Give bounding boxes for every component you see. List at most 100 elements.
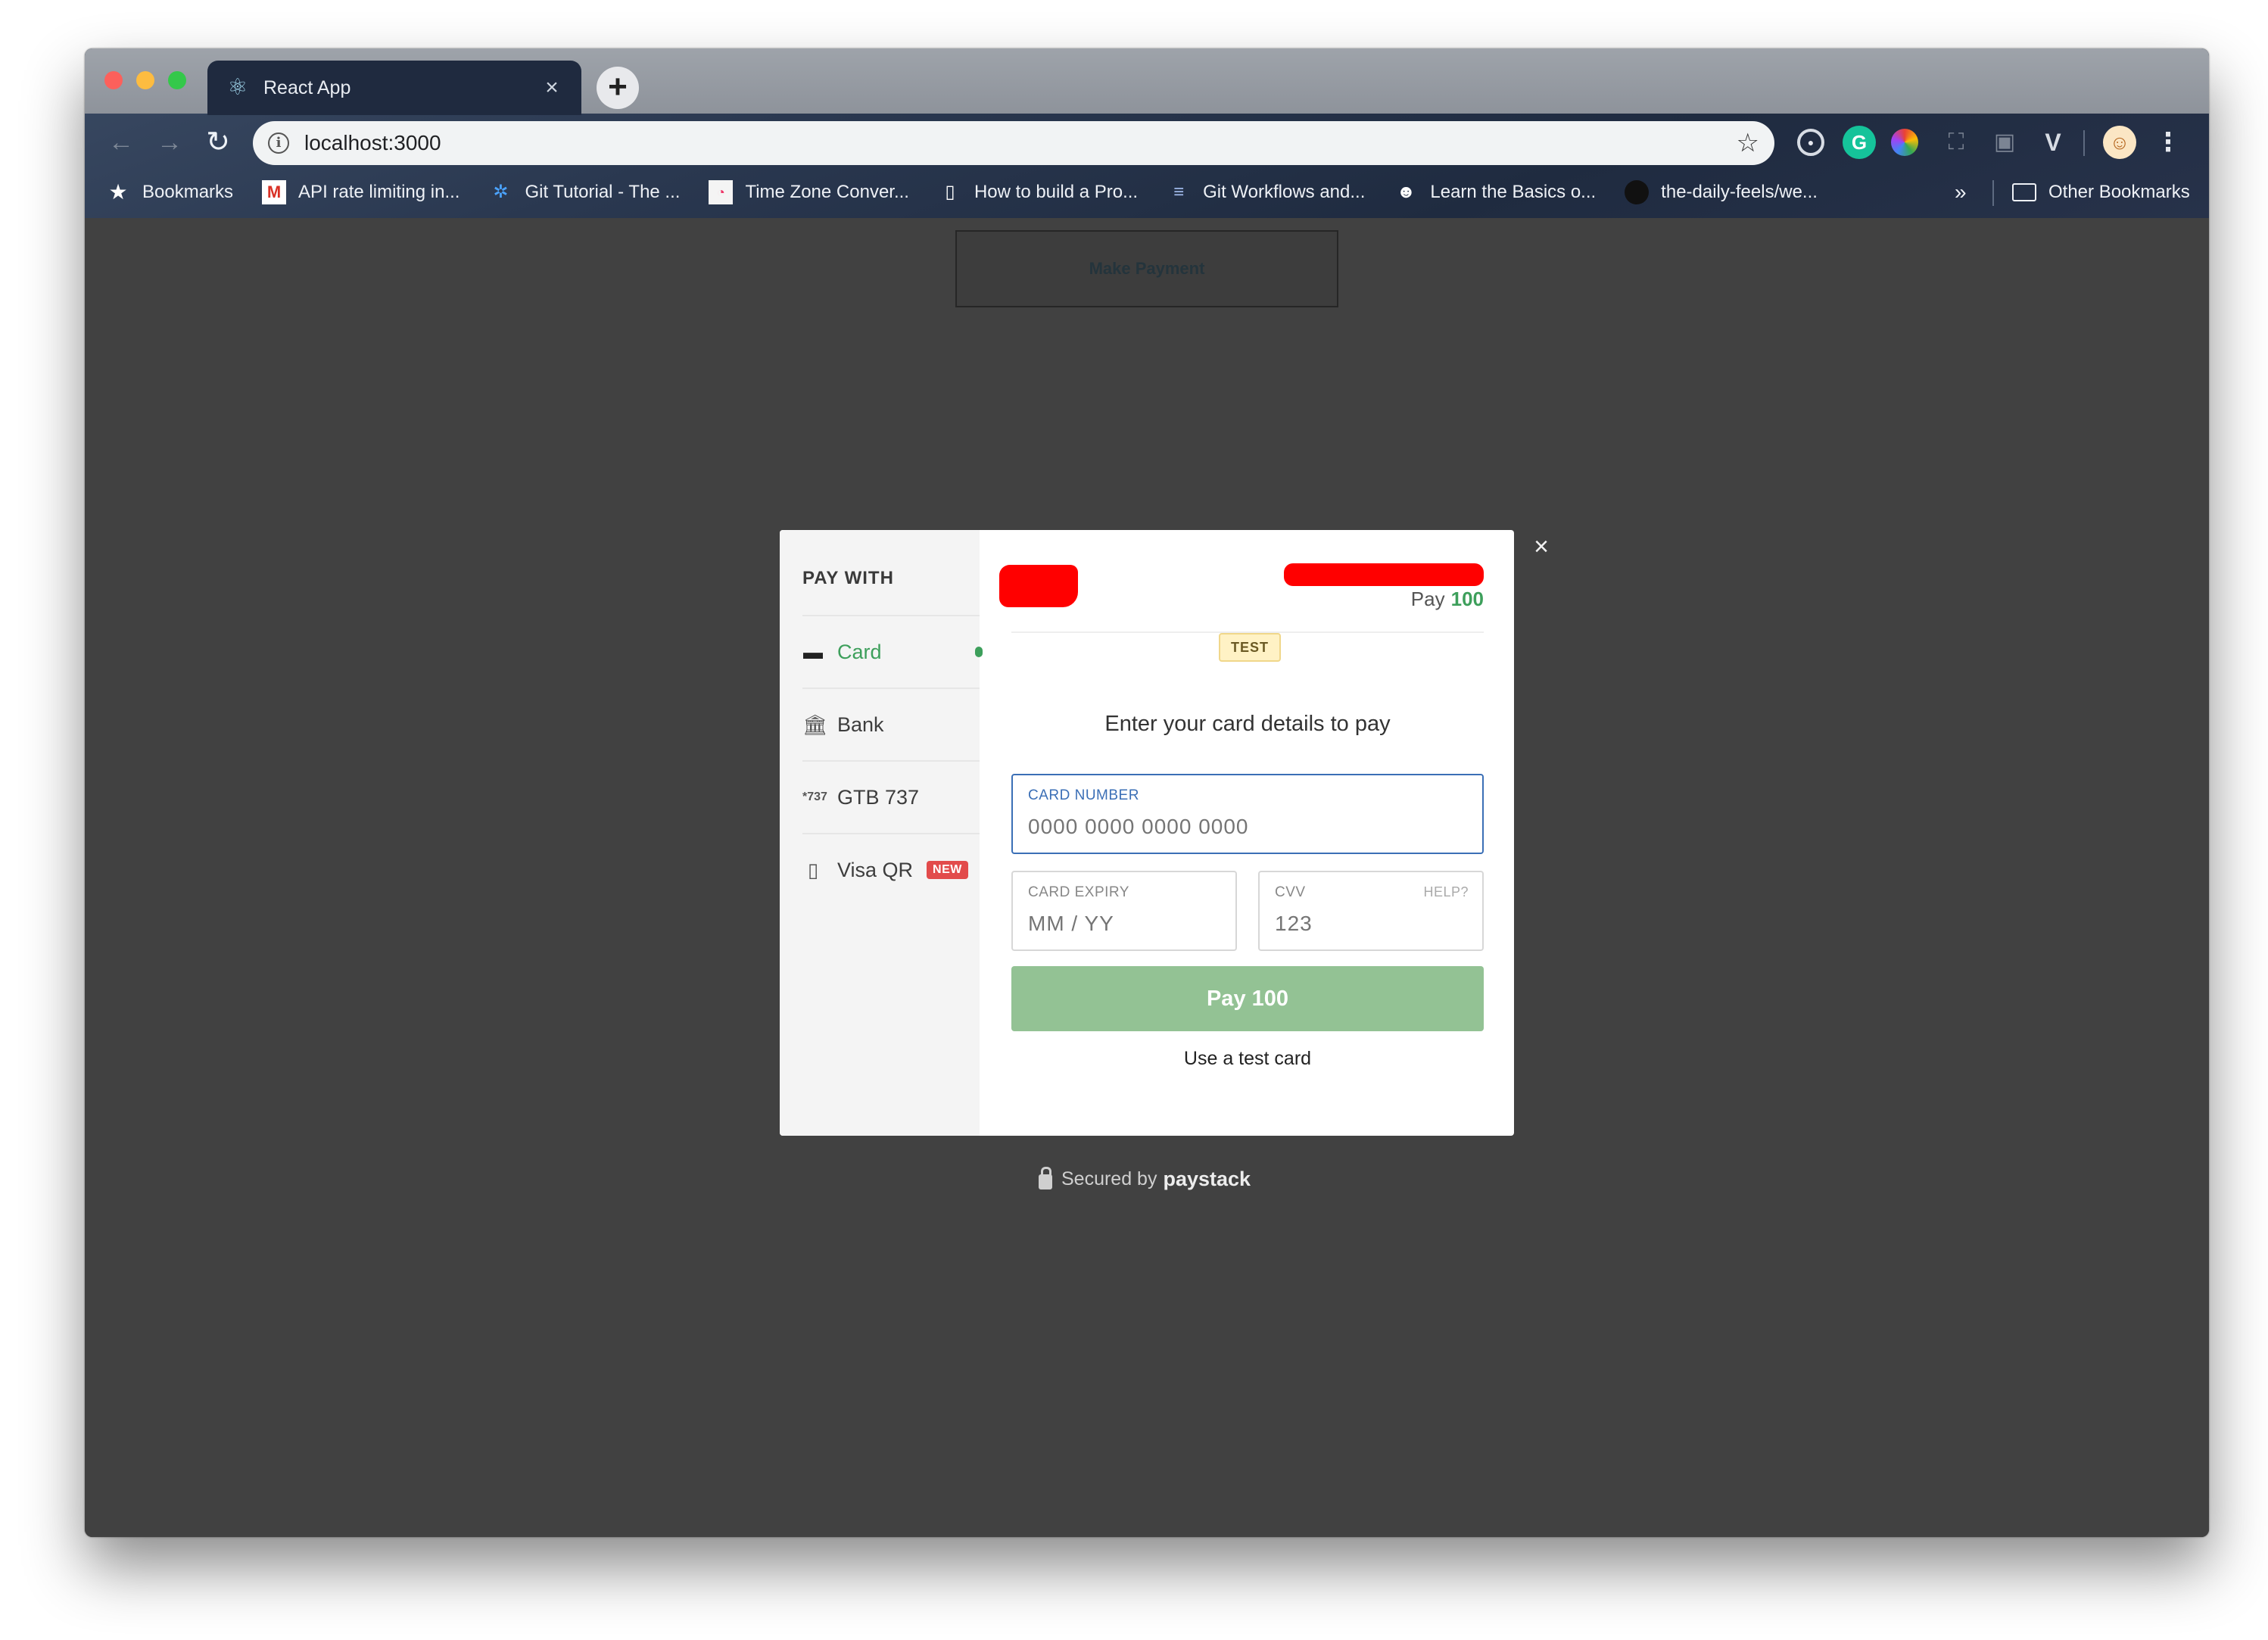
extension-grammarly-icon[interactable]: G (1843, 126, 1876, 159)
bookmark-label: Git Workflows and... (1203, 182, 1366, 202)
cvv-field[interactable]: CVV HELP? (1258, 871, 1484, 951)
back-arrow-icon[interactable]: ← (100, 121, 142, 164)
bookmark-item[interactable]: ☻ Learn the Basics o... (1394, 180, 1596, 204)
git-icon: ✲ (493, 182, 509, 202)
card-number-input[interactable] (1028, 815, 1427, 839)
cvv-label: CVV (1275, 884, 1306, 900)
forward-arrow-icon[interactable]: → (148, 121, 191, 164)
page-content: Make Payment PAY WITH ▬ Card 🏛 Bank *737… (85, 218, 2209, 1537)
reload-icon[interactable]: ↻ (197, 121, 239, 164)
browser-menu-icon[interactable]: ⋮ (2151, 126, 2185, 159)
close-window-button[interactable] (104, 71, 123, 89)
method-label: GTB 737 (837, 785, 920, 809)
bookmark-item[interactable]: M API rate limiting in... (262, 180, 460, 204)
browser-toolbar: ← → ↻ i localhost:3000 ☆ ● G ⛶ ▣ V ☺ ⋮ (85, 115, 2209, 170)
bookmarks-bar: ★ Bookmarks M API rate limiting in... ✲ … (85, 171, 2209, 214)
tab-title: React App (263, 76, 351, 98)
lock-icon (1039, 1166, 1052, 1189)
pay-button[interactable]: Pay 100 (1011, 966, 1484, 1031)
bookmark-item[interactable]: ★ Bookmarks (106, 180, 233, 204)
url-text[interactable]: localhost:3000 (304, 131, 1737, 155)
bookmark-label: API rate limiting in... (298, 182, 460, 202)
bookmark-item[interactable]: ◔ Time Zone Conver... (709, 180, 909, 204)
method-gtb-737[interactable]: *737 GTB 737 (802, 760, 980, 833)
card-icon: ▬ (803, 640, 823, 663)
payment-modal: PAY WITH ▬ Card 🏛 Bank *737 GTB 737 ▯ Vi… (780, 530, 1514, 1136)
bookmark-label: Learn the Basics o... (1430, 182, 1597, 202)
new-badge: NEW (927, 861, 968, 879)
ninja-icon: ☻ (1396, 182, 1416, 202)
bookmark-label: Bookmarks (142, 182, 234, 202)
method-visa-qr[interactable]: ▯ Visa QR NEW (802, 833, 980, 906)
test-mode-badge: TEST (1219, 633, 1281, 662)
minimize-window-button[interactable] (136, 71, 154, 89)
bookmark-label: Git Tutorial - The ... (525, 182, 681, 202)
tab-strip: ⚛ React App × + (85, 48, 2209, 115)
modal-close-icon[interactable]: × (1526, 532, 1556, 562)
extension-screenshot-icon[interactable]: ⛶ (1939, 126, 1973, 159)
card-expiry-field[interactable]: CARD EXPIRY (1011, 871, 1237, 951)
bookmark-item[interactable]: ≡ Git Workflows and... (1167, 180, 1365, 204)
bookmark-item[interactable]: ✲ Git Tutorial - The ... (488, 180, 680, 204)
extension-colorpicker-icon[interactable] (1891, 129, 1918, 156)
pay-label: Pay (1410, 588, 1445, 610)
payment-methods-sidebar: PAY WITH ▬ Card 🏛 Bank *737 GTB 737 ▯ Vi… (780, 530, 983, 1136)
react-icon: ⚛ (227, 75, 248, 100)
browser-window: ⚛ React App × + ← → ↻ i localhost:3000 ☆… (85, 48, 2209, 1537)
extension-vue-icon[interactable]: V (2036, 126, 2070, 159)
info-icon[interactable]: i (268, 133, 289, 154)
card-expiry-label: CARD EXPIRY (1028, 884, 1129, 900)
gmail-icon: M (262, 180, 287, 204)
cvv-input[interactable] (1275, 912, 1464, 936)
method-card[interactable]: ▬ Card (802, 615, 983, 687)
star-icon: ★ (108, 180, 128, 204)
pay-amount: Pay 100 (1411, 588, 1484, 611)
use-test-card-link[interactable]: Use a test card (1011, 1048, 1484, 1070)
card-payment-panel: Pay 100 TEST Enter your card details to p… (980, 530, 1514, 1136)
pay-with-heading: PAY WITH (802, 568, 894, 588)
bookmarks-overflow-button[interactable]: » (1955, 171, 1967, 214)
secured-by-text: Secured by (1061, 1168, 1157, 1189)
github-icon (1625, 180, 1650, 204)
instruction-text: Enter your card details to pay (1104, 712, 1391, 736)
method-label: Card (837, 640, 882, 663)
make-payment-button[interactable]: Make Payment (955, 230, 1338, 307)
method-label: Bank (837, 712, 884, 736)
folder-icon (2012, 183, 2036, 201)
cvv-help-link[interactable]: HELP? (1423, 884, 1469, 900)
timezone-icon: ◔ (709, 180, 734, 204)
bookmark-star-icon[interactable]: ☆ (1737, 128, 1759, 158)
address-bar[interactable]: i localhost:3000 ☆ (253, 121, 1774, 165)
profile-avatar[interactable]: ☺ (2103, 126, 2136, 159)
new-tab-button[interactable]: + (597, 67, 639, 109)
other-bookmarks-button[interactable]: Other Bookmarks (2012, 171, 2190, 214)
customer-email-redacted (1284, 563, 1484, 586)
method-bank[interactable]: 🏛 Bank (802, 687, 980, 760)
other-bookmarks-label: Other Bookmarks (2048, 182, 2190, 202)
method-label: Visa QR (837, 858, 914, 881)
card-number-label: CARD NUMBER (1028, 787, 1139, 803)
secured-by-paystack: Secured by paystack (1039, 1166, 1251, 1191)
ussd-icon: *737 (802, 790, 827, 803)
database-icon: ≡ (1173, 182, 1185, 202)
bookmark-label: the-daily-feels/we... (1661, 182, 1818, 202)
browser-chrome: ⚛ React App × + ← → ↻ i localhost:3000 ☆… (85, 48, 2209, 218)
bank-icon: 🏛 (802, 712, 828, 736)
card-expiry-input[interactable] (1028, 912, 1217, 936)
bookmarks-divider (1992, 180, 1994, 206)
extension-lock-icon[interactable]: ▣ (1988, 126, 2021, 159)
maximize-window-button[interactable] (168, 71, 186, 89)
tab-close-icon[interactable]: × (541, 75, 563, 101)
toolbar-divider (2083, 130, 2085, 156)
tab-react-app[interactable]: ⚛ React App × (207, 61, 581, 115)
amount-value: 100 (1450, 588, 1484, 610)
document-icon: ▯ (945, 182, 955, 202)
merchant-logo-redacted (999, 565, 1078, 607)
qr-phone-icon: ▯ (807, 858, 819, 881)
bookmark-item[interactable]: ▯ How to build a Pro... (938, 180, 1138, 204)
card-number-field[interactable]: CARD NUMBER (1011, 774, 1484, 854)
paystack-brand: paystack (1163, 1168, 1251, 1190)
bookmark-label: Time Zone Conver... (745, 182, 909, 202)
extension-target-icon[interactable]: ● (1797, 129, 1824, 156)
bookmark-item[interactable]: the-daily-feels/we... (1625, 180, 1818, 204)
